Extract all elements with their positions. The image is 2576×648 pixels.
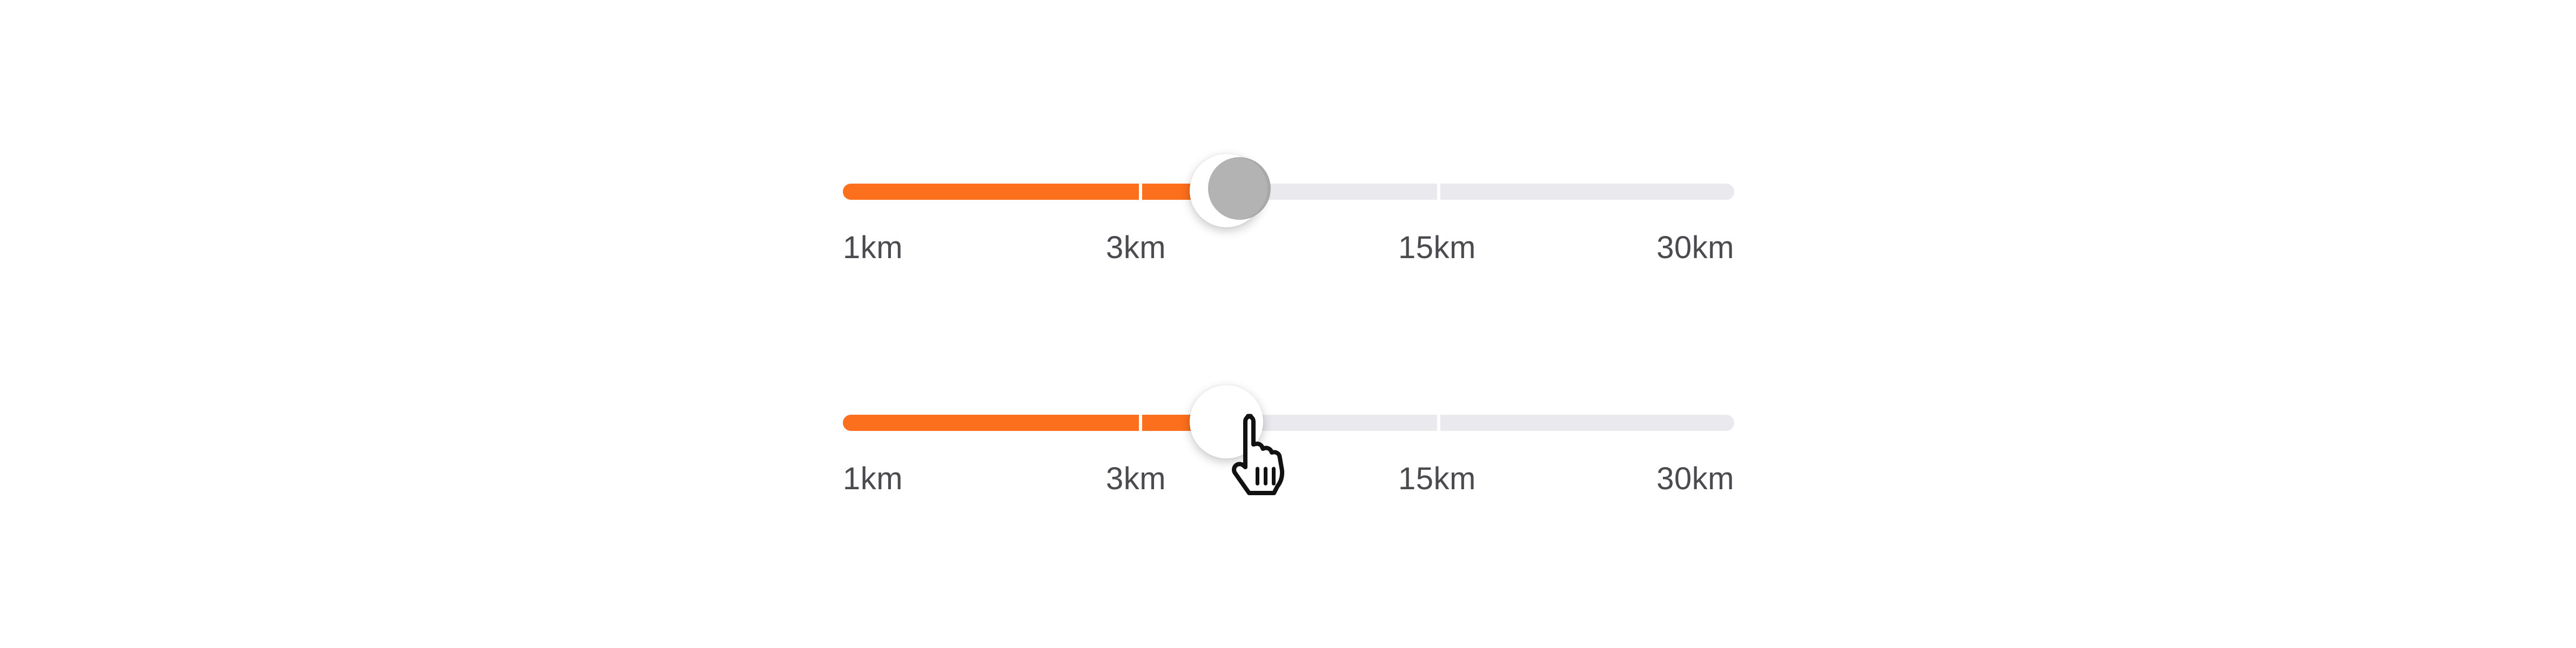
label-1km: 1km <box>843 461 903 496</box>
slider-labels: 1km 3km 15km 30km <box>843 230 1734 267</box>
hand-pointer-icon <box>1232 414 1285 495</box>
distance-slider-demo: 1km 3km 15km 30km 1km 3km 15km 30km <box>0 0 2576 648</box>
pressed-indicator <box>1208 157 1271 220</box>
slider-tick-3km <box>1139 415 1142 431</box>
label-1km: 1km <box>843 230 903 265</box>
label-15km: 15km <box>1398 230 1476 265</box>
slider-tick-15km <box>1437 184 1440 200</box>
slider-fill <box>843 184 1226 200</box>
slider-fill <box>843 415 1226 431</box>
label-30km: 30km <box>1656 230 1734 265</box>
label-30km: 30km <box>1656 461 1734 496</box>
slider-tick-3km <box>1139 184 1142 200</box>
distance-slider-pressed[interactable]: 1km 3km 15km 30km <box>843 154 1734 265</box>
slider-track[interactable] <box>843 184 1734 200</box>
slider-tick-15km <box>1437 415 1440 431</box>
slider-thumb[interactable] <box>1190 154 1271 227</box>
label-3km: 3km <box>1106 230 1166 265</box>
label-3km: 3km <box>1106 461 1166 496</box>
distance-slider-hover[interactable]: 1km 3km 15km 30km <box>843 385 1734 496</box>
label-15km: 15km <box>1398 461 1476 496</box>
